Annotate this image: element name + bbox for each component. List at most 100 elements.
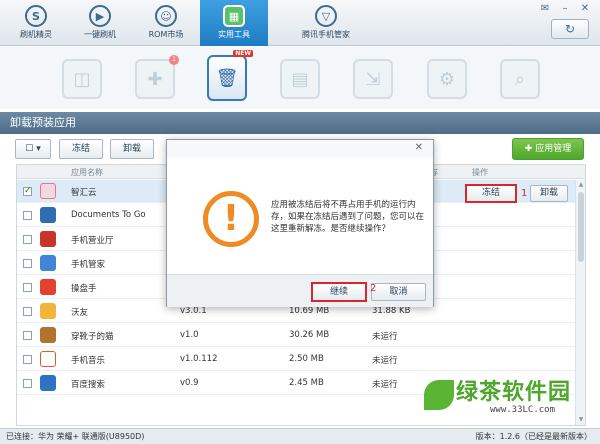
scroll-thumb[interactable] [578, 192, 584, 262]
app-name: Documents To Go [71, 210, 146, 220]
app-name: 操盘手 [71, 284, 97, 294]
header-name: 应用名称 [71, 168, 103, 177]
scroll-up-icon[interactable]: ▲ [577, 181, 585, 189]
app-version: v3.0.1 [180, 306, 207, 316]
app-icon [40, 255, 56, 271]
row-checkbox[interactable] [23, 211, 32, 220]
row-freeze-button[interactable]: 冻结 [465, 184, 517, 203]
app-icon [40, 303, 56, 319]
nav-rom-market[interactable]: ☺ ROM市场 [134, 0, 198, 46]
app-size: 30.26 MB [289, 330, 330, 340]
android-icon: ☺ [155, 5, 177, 27]
nav-label: 腾讯手机管家 [302, 30, 350, 39]
minimize-icon[interactable]: – [558, 3, 572, 15]
app-running: 未运行 [372, 356, 398, 366]
watermark-url: www.33LC.com [490, 405, 556, 415]
app-icon [40, 375, 56, 391]
app-running: 31.88 KB [372, 306, 411, 316]
table-row[interactable]: 穿靴子的猫 v1.0 30.26 MB 未运行 [17, 324, 575, 347]
play-icon: ▶ [89, 5, 111, 27]
nav-label: 一键刷机 [84, 30, 116, 39]
tool-icon-row: ◫ ✚ 1 🗑 NEW ▤ ⇲ ⚙ ⌕ [0, 47, 600, 109]
grid-icon: ▦ [223, 5, 245, 27]
shield-icon: ▽ [315, 5, 337, 27]
app-icon [40, 207, 56, 223]
app-size: 2.45 MB [289, 378, 324, 388]
connection-status: 已连接：华为 荣耀+ 联通版(U8950D) [6, 432, 145, 441]
app-name: 智汇云 [71, 188, 97, 198]
section-title: 卸载预装应用 [0, 112, 600, 134]
row-checkbox[interactable] [23, 235, 32, 244]
refresh-button[interactable]: ↻ [551, 19, 589, 39]
nav-label: 刷机精灵 [20, 30, 52, 39]
nav-one-click-flash[interactable]: ▶ 一键刷机 [68, 0, 132, 46]
app-size: 2.50 MB [289, 354, 324, 364]
watermark: 绿茶软件园 www.33LC.com [412, 372, 598, 428]
new-badge: NEW [233, 50, 253, 57]
continue-button[interactable]: 继续 [311, 282, 367, 302]
app-version: v0.9 [180, 378, 199, 388]
bag-icon[interactable]: ◫ [62, 59, 102, 99]
nav-flash-wizard[interactable]: S 刷机精灵 [4, 0, 68, 46]
app-manage-label: 应用管理 [535, 144, 572, 154]
app-icon [40, 183, 56, 199]
app-icon [40, 351, 56, 367]
uninstall-button[interactable]: 卸载 [110, 139, 154, 159]
app-running: 未运行 [372, 332, 398, 342]
app-version: v1.0 [180, 330, 199, 340]
app-size: 10.69 MB [289, 306, 330, 316]
select-all-dropdown[interactable]: ☐ ▾ [15, 139, 51, 159]
header-action: 操作 [472, 168, 488, 177]
app-manage-button[interactable]: ✚ 应用管理 [512, 138, 584, 160]
message-icon[interactable]: ✉ [538, 3, 552, 15]
row-checkbox[interactable] [23, 259, 32, 268]
warning-icon: ! [203, 191, 259, 247]
leaf-icon [424, 380, 454, 410]
row-checkbox[interactable] [23, 331, 32, 340]
app-name: 手机管家 [71, 260, 106, 270]
watermark-text: 绿茶软件园 [456, 380, 572, 405]
document-icon[interactable]: ▤ [280, 59, 320, 99]
flash-wizard-icon: S [25, 5, 47, 27]
row-checkbox[interactable] [23, 379, 32, 388]
row-checkbox[interactable] [23, 355, 32, 364]
row-checkbox[interactable] [23, 283, 32, 292]
search-icon[interactable]: ⌕ [500, 59, 540, 99]
nav-label: 实用工具 [218, 30, 250, 39]
row-checkbox[interactable] [23, 307, 32, 316]
cancel-button[interactable]: 取消 [371, 283, 426, 301]
status-bar: 已连接：华为 荣耀+ 联通版(U8950D) 版本：1.2.6（已经是最新版本） [0, 428, 600, 444]
app-name: 沃友 [71, 308, 89, 318]
export-icon[interactable]: ⇲ [353, 59, 393, 99]
dialog-footer: 继续 取消 [167, 274, 433, 307]
app-icon [40, 327, 56, 343]
step-2-marker: 2 [370, 283, 377, 294]
nav-utility-tools[interactable]: ▦ 实用工具 [200, 0, 268, 46]
step-1-marker: 1 [521, 188, 528, 199]
trash-icon[interactable]: 🗑 NEW [207, 50, 253, 101]
count-badge: 1 [169, 55, 179, 65]
settings-icon[interactable]: ⚙ [427, 59, 467, 99]
app-version: v1.0.112 [180, 354, 218, 364]
app-icon [40, 279, 56, 295]
app-name: 穿靴子的猫 [71, 332, 114, 342]
row-checkbox[interactable]: ✓ [23, 187, 32, 196]
top-nav-bar: S 刷机精灵 ▶ 一键刷机 ☺ ROM市场 ▦ 实用工具 ▽ 腾讯手机管家 ✉ … [0, 0, 600, 46]
app-icon [40, 231, 56, 247]
app-running: 未运行 [372, 380, 398, 390]
nav-tencent-manager[interactable]: ▽ 腾讯手机管家 [286, 0, 366, 46]
puzzle-icon[interactable]: ✚ 1 [135, 55, 179, 99]
version-status: 版本：1.2.6（已经是最新版本） [475, 432, 592, 441]
nav-label: ROM市场 [148, 30, 184, 39]
dialog-message: 应用被冻结后将不再占用手机的运行内存，如果在冻结后遇到了问题，您可以在这里重新解… [271, 200, 425, 234]
app-name: 手机音乐 [71, 356, 106, 366]
app-name: 百度搜索 [71, 380, 106, 390]
app-name: 手机营业厅 [71, 236, 114, 246]
close-icon[interactable]: ✕ [415, 142, 423, 153]
close-icon[interactable]: ✕ [578, 3, 592, 15]
row-uninstall-button[interactable]: 卸载 [530, 185, 568, 202]
table-row[interactable]: 手机音乐 v1.0.112 2.50 MB 未运行 [17, 348, 575, 371]
freeze-confirm-dialog: ✕ ! 应用被冻结后将不再占用手机的运行内存，如果在冻结后遇到了问题，您可以在这… [166, 139, 434, 307]
freeze-button[interactable]: 冻结 [59, 139, 103, 159]
dialog-titlebar [167, 140, 433, 158]
